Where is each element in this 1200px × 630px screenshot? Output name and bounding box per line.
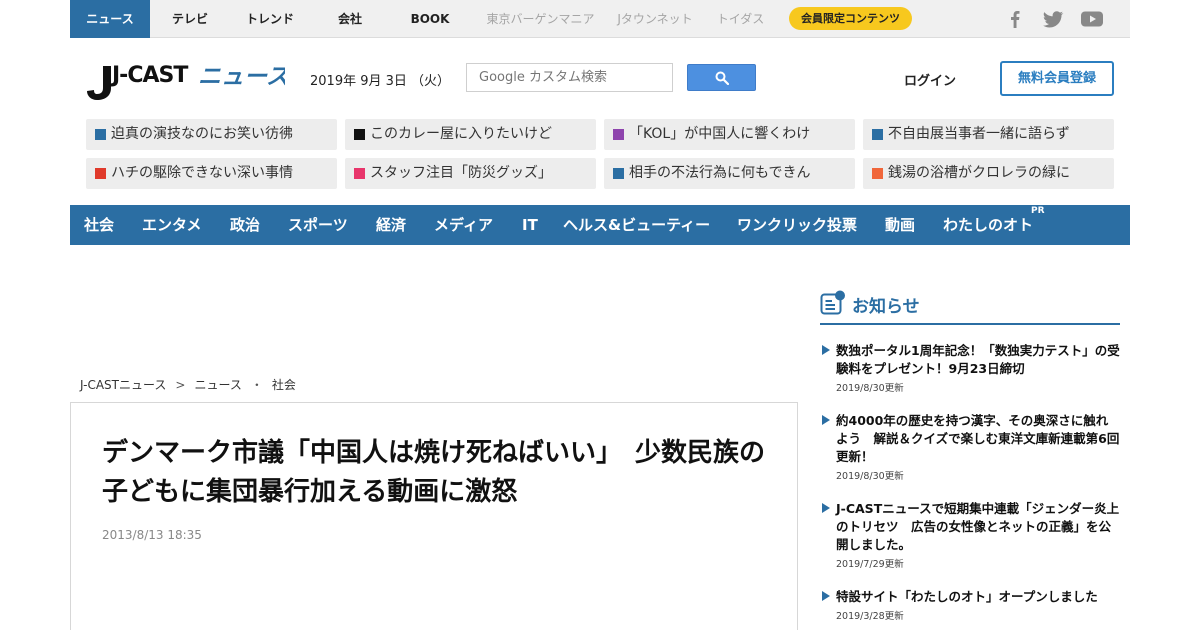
trend-label: 迫真の演技なのにお笑い彷彿 [111,126,293,142]
category-politics[interactable]: 政治 [230,205,260,245]
trend-item[interactable]: 不自由展当事者一緒に語らず [863,119,1114,150]
site-logo[interactable]: J-CAST ニュース [85,58,289,102]
notice-icon [820,290,845,315]
category-video[interactable]: 動画 [885,205,915,245]
notice-updated: 2019/7/29更新 [836,559,904,570]
tab-j-town-net[interactable]: Jタウンネット [610,0,700,38]
notice-text[interactable]: 特設サイト「わたしのオト」オープンしました [836,588,1120,606]
category-it[interactable]: IT [522,205,538,245]
logo-jcast-text: J-CAST [110,63,188,88]
member-content-button[interactable]: 会員限定コンテンツ [789,7,912,30]
category-one-click-vote[interactable]: ワンクリック投票 [737,205,857,245]
notice-text[interactable]: J-CASTニュースで短期集中連載「ジェンダー炎上のトリセツ 広告の女性像とネッ… [836,500,1120,554]
pr-badge: PR [1031,206,1045,216]
current-date: 2019年 9月 3日 （火） [310,74,451,89]
notice-updated: 2019/3/28更新 [836,611,904,622]
article-card: デンマーク市議「中国人は焼け死ねばいい」 少数民族の子どもに集団暴行加える動画に… [70,402,798,630]
notice-updated: 2019/8/30更新 [836,383,904,394]
tab-book[interactable]: BOOK [400,0,460,38]
tab-news[interactable]: ニュース [70,0,150,38]
trend-label: 相手の不法行為に何もできん [629,165,811,181]
triangle-bullet-icon [822,345,830,355]
trend-label: 銭湯の浴槽がクロレラの緑に [888,165,1070,181]
top-network-bar: ニュース テレビ トレンド 会社 BOOK 東京バーゲンマニア Jタウンネット … [70,0,1130,38]
trend-label: 不自由展当事者一緒に語らず [888,126,1070,142]
category-society[interactable]: 社会 [84,205,114,245]
trend-label: ハチの駆除できない深い事情 [111,165,293,181]
category-entertainment[interactable]: エンタメ [142,205,202,245]
article-date: 2013/8/13 18:35 [102,528,202,542]
breadcrumb-society[interactable]: 社会 [272,376,296,393]
twitter-icon[interactable] [1042,9,1064,29]
trend-color-marker [95,129,106,140]
triangle-bullet-icon [822,415,830,425]
notice-heading: お知らせ [820,289,1120,325]
register-button[interactable]: 無料会員登録 [1000,61,1114,96]
trend-item[interactable]: 「KOL」が中国人に響くわけ [604,119,855,150]
category-health-beauty[interactable]: ヘルス&ビューティー [563,205,710,245]
category-economy[interactable]: 経済 [376,205,406,245]
category-watashi-no-oto[interactable]: わたしのオト [943,205,1033,245]
tab-toidas[interactable]: トイダス [713,0,768,38]
notice-title: お知らせ [852,297,920,317]
trend-item[interactable]: 迫真の演技なのにお笑い彷彿 [86,119,337,150]
trend-label: このカレー屋に入りたいけど [370,126,552,142]
trend-color-marker [872,129,883,140]
notice-item[interactable]: 特設サイト「わたしのオト」オープンしました 2019/3/28更新 [820,588,1120,622]
breadcrumb: J-CASTニュース > ニュース・社会 [80,376,296,393]
trend-item[interactable]: ハチの駆除できない深い事情 [86,158,337,189]
trend-item[interactable]: このカレー屋に入りたいけど [345,119,596,150]
tab-tv[interactable]: テレビ [160,0,220,38]
trend-item[interactable]: 相手の不法行為に何もできん [604,158,855,189]
trend-color-marker [872,168,883,179]
trend-color-marker [95,168,106,179]
notice-item[interactable]: 約4000年の歴史を持つ漢字、その奥深さに触れよう 解説＆クイズで楽しむ東洋文庫… [820,412,1120,482]
notice-item[interactable]: J-CASTニュースで短期集中連載「ジェンダー炎上のトリセツ 広告の女性像とネッ… [820,500,1120,570]
search-button[interactable] [687,64,756,91]
notice-updated: 2019/8/30更新 [836,471,904,482]
trend-label: スタッフ注目「防災グッズ」 [370,165,552,181]
notice-item[interactable]: 数独ポータル1周年記念！「数独実力テスト」の受験料をプレゼント！9月23日締切 … [820,342,1120,394]
triangle-bullet-icon [822,503,830,513]
search-icon [715,71,729,85]
trend-color-marker [354,168,365,179]
trend-color-marker [613,129,624,140]
youtube-icon[interactable] [1080,9,1104,29]
breadcrumb-separator: > [175,378,186,392]
breadcrumb-news[interactable]: ニュース [194,376,241,393]
article-title: デンマーク市議「中国人は焼け死ねばいい」 少数民族の子どもに集団暴行加える動画に… [102,438,766,507]
trend-item[interactable]: 銭湯の浴槽がクロレラの緑に [863,158,1114,189]
logo-news-text: ニュース [198,64,285,90]
triangle-bullet-icon [822,591,830,601]
category-media[interactable]: メディア [434,205,493,245]
tab-trend[interactable]: トレンド [235,0,305,38]
tab-tokyo-bargain-mania[interactable]: 東京バーゲンマニア [478,0,603,38]
category-nav: 社会 エンタメ 政治 スポーツ 経済 メディア IT ヘルス&ビューティー ワン… [70,205,1130,245]
search-input[interactable] [466,63,673,92]
breadcrumb-separator: ・ [250,378,263,392]
login-link[interactable]: ログイン [904,70,956,89]
facebook-icon[interactable] [1004,9,1026,29]
notice-text[interactable]: 約4000年の歴史を持つ漢字、その奥深さに触れよう 解説＆クイズで楽しむ東洋文庫… [836,412,1120,466]
trend-color-marker [613,168,624,179]
notice-text[interactable]: 数独ポータル1周年記念！「数独実力テスト」の受験料をプレゼント！9月23日締切 [836,342,1120,378]
trend-item[interactable]: スタッフ注目「防災グッズ」 [345,158,596,189]
breadcrumb-home[interactable]: J-CASTニュース [80,376,166,393]
trend-color-marker [354,129,365,140]
trend-label: 「KOL」が中国人に響くわけ [629,126,811,142]
category-sports[interactable]: スポーツ [288,205,348,245]
tab-company[interactable]: 会社 [325,0,375,38]
